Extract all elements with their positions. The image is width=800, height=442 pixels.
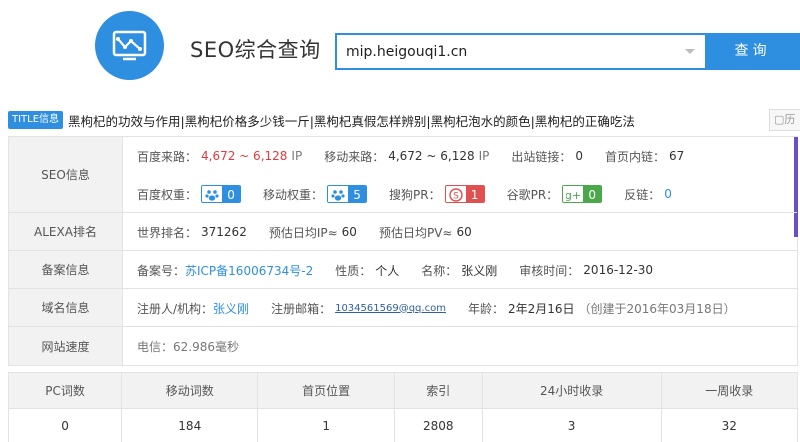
stats-header: 索引 [393, 372, 483, 409]
chart-monitor-icon [112, 30, 147, 61]
history-icon: ▢ [774, 113, 785, 126]
domain-row: 域名信息 注册人/机构： 张义刚 注册邮箱： 1034561569@qq.com… [9, 289, 797, 327]
domain-age: 年龄： 2年2月16日 （创建于2016年03月18日） [467, 301, 736, 316]
svg-text:S: S [453, 192, 459, 202]
stats-value[interactable]: 32 [660, 408, 799, 442]
baidu-weight-badge[interactable]: 0 [201, 185, 242, 203]
alexa-row: ALEXA排名 世界排名： 371262 预估日均IP≈ 60 预估日均PV≈ … [9, 213, 797, 251]
speed-row: 网站速度 电信：62.986毫秒 [9, 327, 797, 365]
search-button[interactable]: 查询 [705, 33, 800, 70]
registrant-email: 注册邮箱： 1034561569@qq.com [271, 301, 446, 316]
history-button-label: 历 [784, 113, 796, 126]
icp-name: 名称： 张义刚 [421, 263, 498, 278]
mobile-weight-badge[interactable]: 5 [327, 185, 368, 203]
registrant-link[interactable]: 张义刚 [213, 300, 249, 317]
row-label: 备案信息 [9, 251, 123, 288]
icp-number: 备案号： 苏ICP备16006734号-2 [137, 262, 314, 279]
baidu-traffic: 百度来路： 4,672 ~ 6,128 IP [137, 149, 303, 164]
backlinks: 反链： 0 [624, 187, 672, 202]
est-daily-ip: 预估日均IP≈ 60 [268, 225, 357, 240]
svg-text:g+: g+ [566, 189, 580, 202]
google-pr-badge[interactable]: g+ 0 [562, 185, 603, 203]
icp-number-link[interactable]: 苏ICP备16006734号-2 [185, 262, 313, 279]
title-badge: TITLE信息 [8, 111, 64, 129]
stats-header: 24小时收录 [481, 372, 662, 409]
outbound-links: 出站链接： 0 [511, 149, 584, 164]
google-pr: 谷歌PR： g+ 0 [507, 185, 603, 203]
baidu-traffic-value[interactable]: 4,672 ~ 6,128 [201, 149, 287, 163]
stats-value[interactable]: 184 [121, 408, 259, 442]
mobile-traffic: 移动来路： 4,672 ~ 6,128 IP [324, 149, 490, 164]
row-label: ALEXA排名 [9, 213, 123, 250]
history-button[interactable]: ▢历 [769, 109, 800, 131]
stats-header: 首页位置 [257, 372, 395, 409]
row-label: SEO信息 [9, 137, 123, 212]
stats-header-row: PC词数 移动词数 首页位置 索引 24小时收录 一周收录 [7, 372, 799, 409]
baidu-paw-icon [328, 186, 349, 202]
stats-header: 移动词数 [121, 372, 259, 409]
icp-row: 备案信息 备案号： 苏ICP备16006734号-2 性质： 个人 名称： 张义… [9, 251, 797, 289]
seo-info-table: SEO信息 百度来路： 4,672 ~ 6,128 IP 移动来路： 4,672… [8, 136, 798, 366]
backlinks-value[interactable]: 0 [664, 187, 672, 201]
sogou-s-icon: S [445, 186, 466, 202]
logo[interactable] [95, 11, 164, 80]
stats-header: PC词数 [7, 372, 123, 409]
stats-value[interactable]: 3 [481, 408, 662, 442]
icp-nature: 性质： 个人 [335, 263, 400, 278]
world-rank: 世界排名： 371262 [137, 225, 247, 240]
stats-value[interactable]: 0 [7, 408, 123, 442]
google-plus-icon: g+ [563, 186, 584, 202]
stats-value[interactable]: 2808 [393, 408, 483, 442]
baidu-weight: 百度权重： 0 [137, 185, 242, 203]
icp-audit-time: 审核时间： 2016-12-30 [519, 263, 654, 278]
speed-value: 电信：62.986毫秒 [137, 339, 239, 354]
chevron-down-icon[interactable] [685, 49, 695, 54]
sogou-pr-badge[interactable]: S 1 [444, 185, 485, 203]
keyword-stats-table: PC词数 移动词数 首页位置 索引 24小时收录 一周收录 0 184 1 28… [7, 372, 799, 442]
homepage-links: 首页内链： 67 [605, 149, 685, 164]
row-label: 域名信息 [9, 289, 123, 326]
est-daily-pv: 预估日均PV≈ 60 [378, 225, 472, 240]
seo-info-row: SEO信息 百度来路： 4,672 ~ 6,128 IP 移动来路： 4,672… [9, 137, 797, 213]
search-box [335, 33, 705, 70]
baidu-paw-icon [202, 186, 223, 202]
email-link[interactable]: 1034561569@qq.com [335, 303, 446, 314]
sogou-pr: 搜狗PR： S 1 [389, 185, 485, 203]
stats-value-row: 0 184 1 2808 3 32 [7, 408, 799, 442]
brand-title: SEO综合查询 [190, 38, 321, 62]
search-input[interactable] [337, 35, 667, 68]
registrant: 注册人/机构： 张义刚 [137, 300, 250, 317]
title-text: 黑枸杞的功效与作用|黑枸杞价格多少钱一斤|黑枸杞真假怎样辨别|黑枸杞泡水的颜色|… [68, 114, 635, 129]
stats-header: 一周收录 [660, 372, 799, 409]
mobile-weight: 移动权重： 5 [263, 185, 368, 203]
row-label: 网站速度 [9, 327, 123, 365]
stats-value[interactable]: 1 [257, 408, 395, 442]
